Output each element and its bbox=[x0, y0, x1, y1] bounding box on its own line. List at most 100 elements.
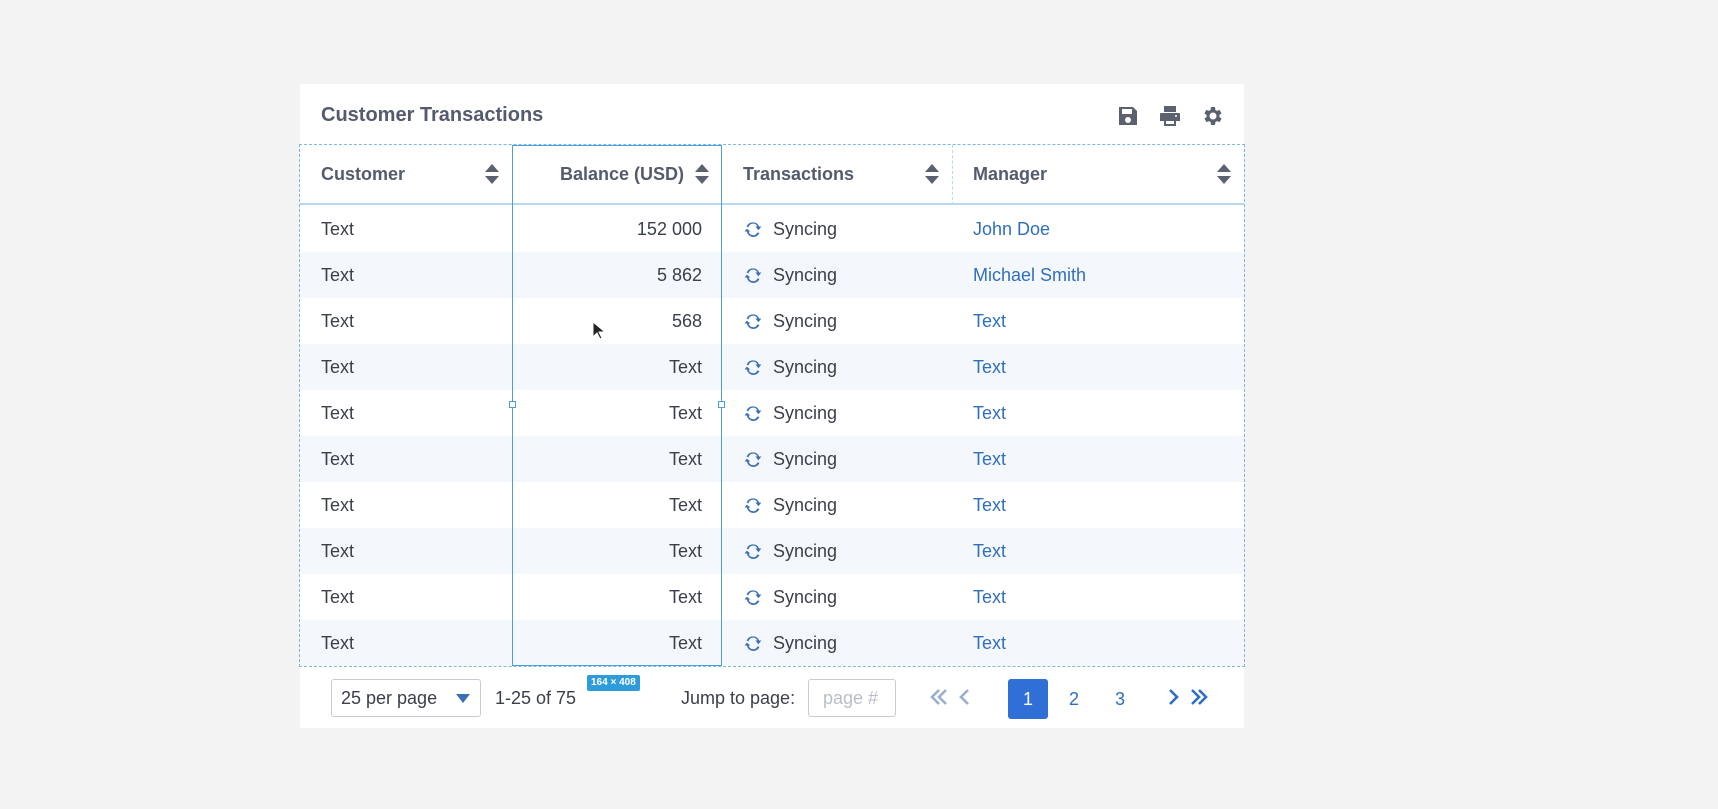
sort-icon[interactable] bbox=[484, 162, 500, 186]
data-table-card: Customer Transactions Customer Balance (… bbox=[299, 84, 1245, 728]
table-row[interactable]: Text Text Syncing Text bbox=[300, 574, 1244, 620]
jump-to-page-input[interactable] bbox=[808, 679, 896, 717]
per-page-value: 25 per page bbox=[341, 688, 438, 708]
customer-cell: Text bbox=[321, 587, 355, 607]
transactions-status: Syncing bbox=[773, 633, 838, 653]
header-toolbar bbox=[1116, 104, 1224, 128]
sync-icon bbox=[743, 311, 763, 331]
manager-link[interactable]: Text bbox=[973, 390, 1006, 436]
transactions-status: Syncing bbox=[773, 403, 838, 423]
transactions-status: Syncing bbox=[773, 219, 838, 239]
per-page-select[interactable]: 25 per page bbox=[331, 679, 481, 717]
customer-cell: Text bbox=[321, 357, 355, 377]
customer-cell: Text bbox=[321, 541, 355, 561]
column-header-transactions[interactable]: Transactions bbox=[722, 145, 952, 205]
column-header-customer[interactable]: Customer bbox=[300, 145, 512, 205]
sync-icon bbox=[743, 265, 763, 285]
manager-link[interactable]: Text bbox=[973, 620, 1006, 666]
sort-icon[interactable] bbox=[924, 162, 940, 186]
table-row[interactable]: Text Text Syncing Text bbox=[300, 390, 1244, 436]
first-page-icon[interactable] bbox=[928, 686, 950, 708]
print-icon[interactable] bbox=[1158, 104, 1182, 128]
transactions-table: Customer Balance (USD) Transactions Mana… bbox=[299, 144, 1245, 667]
table-row[interactable]: Text Text Syncing Text bbox=[300, 436, 1244, 482]
table-row[interactable]: Text 5 862 Syncing Michael Smith bbox=[300, 252, 1244, 298]
table-row[interactable]: Text Text Syncing Text bbox=[300, 482, 1244, 528]
column-header-label: Transactions bbox=[743, 163, 855, 184]
balance-cell: 5 862 bbox=[656, 265, 702, 285]
manager-link[interactable]: Text bbox=[973, 528, 1006, 574]
balance-cell: 152 000 bbox=[636, 219, 702, 239]
transactions-cell: Syncing bbox=[743, 482, 837, 528]
sync-icon bbox=[743, 633, 763, 653]
transactions-status: Syncing bbox=[773, 449, 838, 469]
sync-icon bbox=[743, 219, 763, 239]
sort-icon[interactable] bbox=[694, 162, 710, 186]
customer-cell: Text bbox=[321, 403, 355, 423]
manager-link[interactable]: Text bbox=[973, 436, 1006, 482]
last-page-icon[interactable] bbox=[1188, 686, 1210, 708]
card-header: Customer Transactions bbox=[300, 84, 1244, 144]
save-icon[interactable] bbox=[1116, 104, 1140, 128]
transactions-status: Syncing bbox=[773, 311, 838, 331]
page-button-1[interactable]: 1 bbox=[1008, 679, 1048, 719]
sync-icon bbox=[743, 587, 763, 607]
transactions-cell: Syncing bbox=[743, 620, 837, 666]
pagination-bar: 25 per page 1-25 of 75 Jump to page: 1 2… bbox=[300, 666, 1244, 728]
sync-icon bbox=[743, 541, 763, 561]
caret-down-icon bbox=[456, 694, 470, 703]
manager-link[interactable]: Michael Smith bbox=[973, 252, 1086, 298]
customer-cell: Text bbox=[321, 495, 355, 515]
jump-to-page-label: Jump to page: bbox=[681, 688, 796, 708]
column-header-label: Balance (USD) bbox=[559, 163, 684, 184]
sync-icon bbox=[743, 449, 763, 469]
balance-cell: Text bbox=[668, 587, 702, 607]
customer-cell: Text bbox=[321, 633, 355, 653]
sync-icon bbox=[743, 403, 763, 423]
transactions-status: Syncing bbox=[773, 495, 838, 515]
customer-cell: Text bbox=[321, 219, 355, 239]
column-header-balance[interactable]: Balance (USD) bbox=[512, 145, 722, 205]
transactions-status: Syncing bbox=[773, 541, 838, 561]
sort-icon[interactable] bbox=[1216, 162, 1232, 186]
transactions-status: Syncing bbox=[773, 265, 838, 285]
transactions-status: Syncing bbox=[773, 357, 838, 377]
transactions-status: Syncing bbox=[773, 587, 838, 607]
table-row[interactable]: Text 152 000 Syncing John Doe bbox=[300, 206, 1244, 252]
balance-cell: Text bbox=[668, 357, 702, 377]
table-row[interactable]: Text 568 Syncing Text bbox=[300, 298, 1244, 344]
balance-cell: Text bbox=[668, 449, 702, 469]
balance-cell: Text bbox=[668, 495, 702, 515]
balance-cell: Text bbox=[668, 541, 702, 561]
page-button-2[interactable]: 2 bbox=[1054, 679, 1094, 719]
gear-icon[interactable] bbox=[1200, 104, 1224, 128]
transactions-cell: Syncing bbox=[743, 206, 837, 252]
table-row[interactable]: Text Text Syncing Text bbox=[300, 620, 1244, 666]
column-divider bbox=[952, 145, 953, 205]
manager-link[interactable]: Text bbox=[973, 344, 1006, 390]
sync-icon bbox=[743, 357, 763, 377]
column-header-label: Customer bbox=[321, 163, 406, 184]
prev-page-icon[interactable] bbox=[954, 686, 976, 708]
customer-cell: Text bbox=[321, 265, 355, 285]
transactions-cell: Syncing bbox=[743, 344, 837, 390]
customer-cell: Text bbox=[321, 449, 355, 469]
table-row[interactable]: Text Text Syncing Text bbox=[300, 344, 1244, 390]
transactions-cell: Syncing bbox=[743, 528, 837, 574]
manager-link[interactable]: Text bbox=[973, 298, 1006, 344]
balance-cell: Text bbox=[668, 633, 702, 653]
range-label: 1-25 of 75 bbox=[495, 688, 577, 708]
manager-link[interactable]: Text bbox=[973, 574, 1006, 620]
sync-icon bbox=[743, 495, 763, 515]
table-row[interactable]: Text Text Syncing Text bbox=[300, 528, 1244, 574]
manager-link[interactable]: Text bbox=[973, 482, 1006, 528]
next-page-icon[interactable] bbox=[1162, 686, 1184, 708]
column-header-manager[interactable]: Manager bbox=[952, 145, 1244, 205]
manager-link[interactable]: John Doe bbox=[973, 206, 1050, 252]
column-header-label: Manager bbox=[973, 163, 1048, 184]
transactions-cell: Syncing bbox=[743, 252, 837, 298]
card-title: Customer Transactions bbox=[321, 104, 544, 126]
customer-cell: Text bbox=[321, 311, 355, 331]
page-button-3[interactable]: 3 bbox=[1100, 679, 1140, 719]
transactions-cell: Syncing bbox=[743, 436, 837, 482]
